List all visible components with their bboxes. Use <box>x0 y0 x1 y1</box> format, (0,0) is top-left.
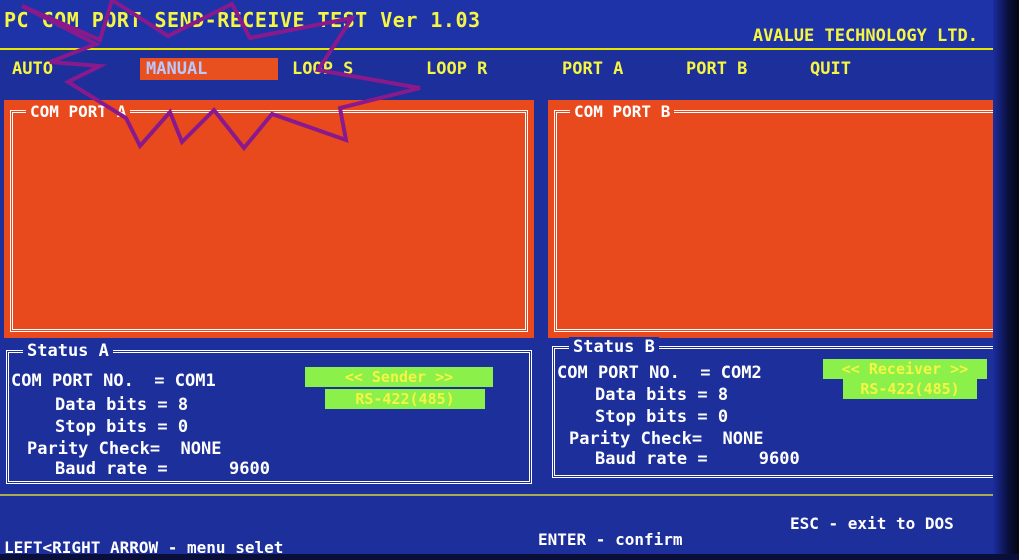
status-a-stop-bits: Stop bits = 0 <box>55 417 189 437</box>
footer-divider <box>0 494 1000 496</box>
com-port-b-panel: COM PORT B <box>548 100 1018 338</box>
status-a-title: Status A <box>23 341 113 361</box>
status-a-parity: Parity Check= NONE <box>27 439 222 459</box>
panel-frame <box>554 110 1012 332</box>
sender-role-tag: << Sender >> <box>305 367 493 387</box>
status-b-data-bits: Data bits = 8 <box>595 385 729 405</box>
status-a-com-port: COM PORT NO. = COM1 <box>11 371 216 391</box>
monitor-bezel-bottom <box>0 554 1019 560</box>
menu-item-port-a[interactable]: PORT A <box>556 58 629 80</box>
esc-hint: ESC - exit to DOS <box>790 514 954 533</box>
status-b-baud: Baud rate = 9600 <box>595 449 800 469</box>
monitor-bezel <box>993 0 1019 560</box>
status-b-stop-bits: Stop bits = 0 <box>595 407 729 427</box>
status-a-data-bits: Data bits = 8 <box>55 395 189 415</box>
menu-item-port-b[interactable]: PORT B <box>680 58 753 80</box>
receiver-role-tag: << Receiver >> <box>823 359 987 379</box>
status-b-parity: Parity Check= NONE <box>569 429 764 449</box>
dos-screen: PC COM PORT SEND-RECEIVE TEST Ver 1.03 A… <box>0 0 1019 560</box>
enter-hint: ENTER - confirm <box>538 530 683 549</box>
company-name: AVALUE TECHNOLOGY LTD. <box>752 26 978 46</box>
starburst-annotation-icon <box>21 0 421 152</box>
status-a-baud: Baud rate = 9600 <box>55 459 270 479</box>
status-b-title: Status B <box>569 337 659 357</box>
menu-item-quit[interactable]: QUIT <box>804 58 857 80</box>
rs422-mode-tag: RS-422(485) <box>325 389 485 409</box>
status-b-box: Status B COM PORT NO. = COM2 Data bits =… <box>552 337 1019 478</box>
com-port-b-title: COM PORT B <box>570 102 675 121</box>
rs422-mode-tag: RS-422(485) <box>843 379 977 399</box>
status-a-box: Status A COM PORT NO. = COM1 Data bits =… <box>6 341 532 484</box>
status-b-com-port: COM PORT NO. = COM2 <box>557 363 762 383</box>
